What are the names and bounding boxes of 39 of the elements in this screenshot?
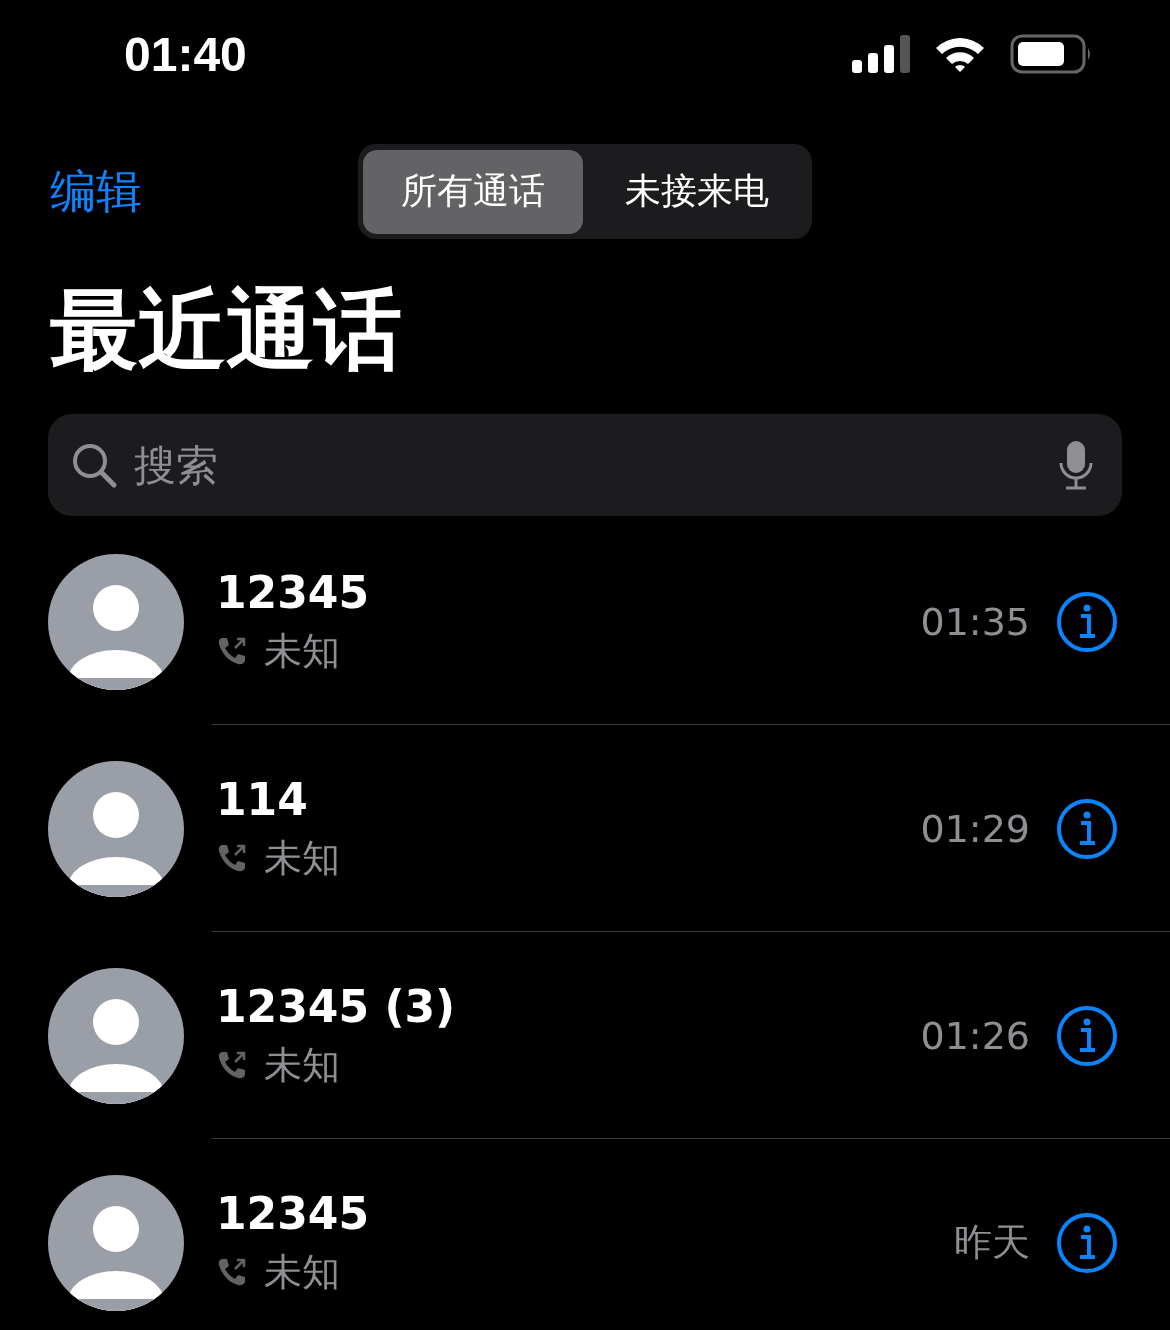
call-time: 01:26 [920, 1013, 1030, 1058]
avatar-icon [48, 760, 184, 897]
outgoing-call-icon [216, 842, 248, 874]
battery-icon [1010, 34, 1092, 74]
caller-name: 12345 [216, 566, 371, 618]
microphone-icon[interactable] [1058, 439, 1094, 491]
call-row[interactable]: 12345 (3) 未知 01:26 [0, 932, 1170, 1139]
search-field[interactable]: 搜索 [132, 439, 1044, 491]
avatar-icon [48, 1174, 184, 1311]
call-time: 昨天 [954, 1219, 1030, 1266]
outgoing-call-icon [216, 1256, 248, 1288]
outgoing-call-icon [216, 1049, 248, 1081]
wifi-icon [934, 35, 986, 73]
call-type: 未知 [264, 1041, 340, 1089]
avatar-icon [48, 553, 184, 690]
call-row[interactable]: 12345 未知 01:35 [0, 518, 1170, 725]
info-icon[interactable] [1056, 590, 1118, 653]
caller-name: 12345 (3) [216, 980, 457, 1032]
call-type: 未知 [264, 834, 340, 882]
edit-button[interactable]: 编辑 [50, 161, 142, 223]
info-icon[interactable] [1056, 1211, 1118, 1274]
page-title: 最近通话 [50, 284, 403, 376]
segment-tab[interactable]: 未接来电 [587, 149, 807, 234]
call-type: 未知 [264, 627, 340, 675]
info-icon[interactable] [1056, 1004, 1118, 1067]
call-type: 未知 [264, 1248, 340, 1296]
outgoing-call-icon [216, 635, 248, 667]
call-time: 01:29 [920, 806, 1030, 851]
info-icon[interactable] [1056, 797, 1118, 860]
status-time: 01:40 [124, 26, 247, 82]
call-row[interactable]: 114 未知 01:29 [0, 725, 1170, 932]
signal-icon [852, 35, 910, 73]
segment-tab[interactable]: 所有通话 [363, 149, 583, 234]
caller-name: 114 [216, 773, 309, 825]
avatar-icon [48, 967, 184, 1104]
search-bar[interactable]: 搜索 [48, 414, 1122, 516]
call-time: 01:35 [920, 599, 1030, 644]
caller-name: 12345 [216, 1187, 371, 1239]
search-icon [70, 441, 118, 489]
